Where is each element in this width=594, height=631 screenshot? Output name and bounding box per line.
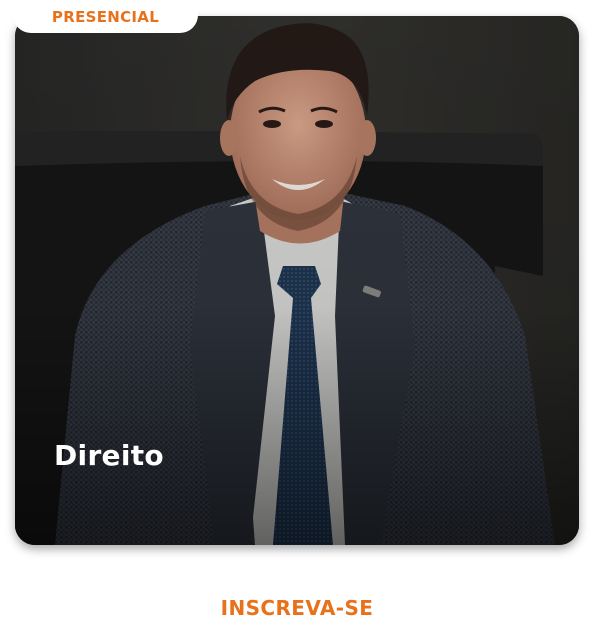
modality-badge: PRESENCIAL: [13, 0, 198, 33]
course-card[interactable]: Direito: [15, 16, 579, 545]
course-title: Direito: [54, 439, 164, 472]
enroll-button[interactable]: INSCREVA-SE: [0, 596, 594, 620]
modality-badge-label: PRESENCIAL: [51, 7, 160, 26]
course-card-page: PRESENCIAL Direito INSCREVA-SE: [0, 0, 594, 631]
